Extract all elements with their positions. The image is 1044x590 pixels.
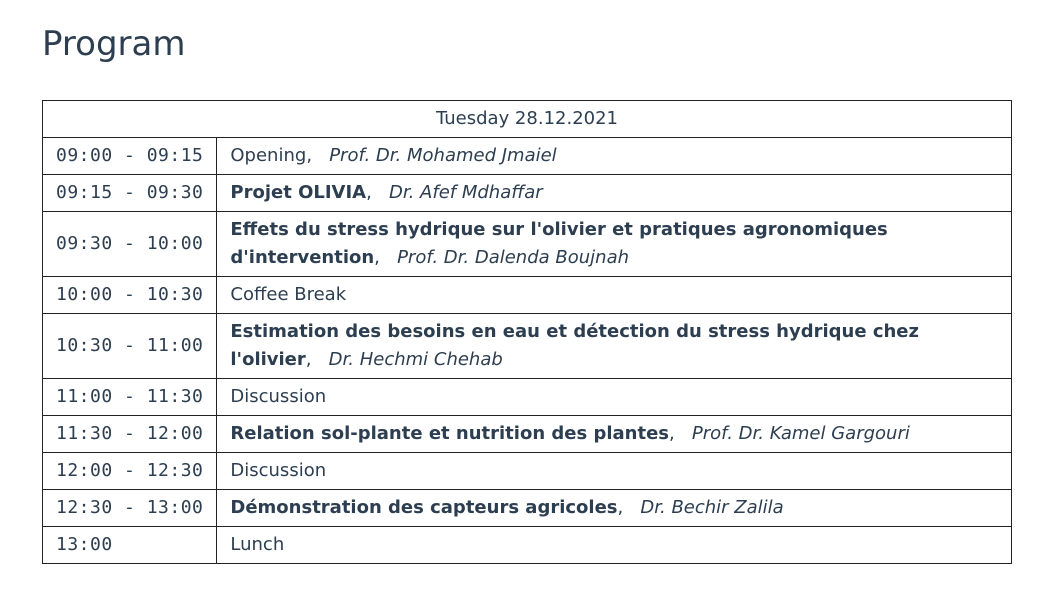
- session-title: Opening: [230, 145, 307, 166]
- session-title: Coffee Break: [230, 284, 347, 305]
- session-title: Lunch: [230, 534, 285, 555]
- time-slot: 12:00 - 12:30: [41, 452, 218, 490]
- session-title: Relation sol-plante et nutrition des pla…: [230, 423, 670, 444]
- time-slot: 11:30 - 12:00: [41, 415, 218, 453]
- session-title: Projet OLIVIA: [230, 182, 367, 203]
- session-cell: Effets du stress hydrique sur l'olivier …: [216, 211, 1012, 277]
- day-header: Tuesday 28.12.2021: [42, 100, 1012, 138]
- table-row: 09:00 - 09:15 Opening, Prof. Dr. Mohamed …: [41, 137, 1012, 175]
- speaker-name: Prof. Dr. Mohamed Jmaiel: [329, 145, 557, 166]
- table-row: 12:30 - 13:00 Démonstration des capteurs …: [41, 489, 1012, 527]
- time-slot: 10:00 - 10:30: [41, 276, 218, 314]
- table-row: 10:30 - 11:00 Estimation des besoins en e…: [41, 313, 1012, 379]
- table-row: 10:00 - 10:30 Coffee Break: [41, 276, 1012, 314]
- speaker-name: Prof. Dr. Dalenda Boujnah: [397, 247, 630, 268]
- speaker-name: Prof. Dr. Kamel Gargouri: [691, 423, 910, 444]
- time-slot: 09:15 - 09:30: [41, 174, 218, 212]
- session-cell: Coffee Break: [216, 276, 1012, 314]
- time-slot: 09:30 - 10:00: [41, 211, 218, 277]
- speaker-name: Dr. Afef Mdhaffar: [389, 182, 543, 203]
- speaker-name: Dr. Hechmi Chehab: [328, 349, 503, 370]
- table-row: 09:15 - 09:30 Projet OLIVIA, Dr. Afef Mdh…: [41, 174, 1012, 212]
- session-cell: Discussion: [216, 452, 1012, 490]
- session-title: Discussion: [230, 386, 327, 407]
- session-cell: Estimation des besoins en eau et détecti…: [216, 313, 1012, 379]
- time-slot: 11:00 - 11:30: [41, 378, 218, 416]
- speaker-separator: ,: [306, 145, 330, 166]
- session-cell: Projet OLIVIA, Dr. Afef Mdhaffar: [216, 174, 1012, 212]
- session-cell: Discussion: [216, 378, 1012, 416]
- speaker-separator: ,: [617, 497, 641, 518]
- time-slot: 13:00: [41, 526, 218, 564]
- time-slot: 09:00 - 09:15: [41, 137, 218, 175]
- speaker-separator: ,: [374, 247, 398, 268]
- table-row: 09:30 - 10:00 Effets du stress hydrique s…: [41, 211, 1012, 277]
- table-row: 11:00 - 11:30 Discussion: [41, 378, 1012, 416]
- speaker-separator: ,: [366, 182, 389, 203]
- session-cell: Démonstration des capteurs agricoles, Dr…: [216, 489, 1012, 527]
- speaker-separator: ,: [305, 349, 329, 370]
- session-cell: Opening, Prof. Dr. Mohamed Jmaiel: [216, 137, 1012, 175]
- session-cell: Lunch: [216, 526, 1012, 564]
- session-cell: Relation sol-plante et nutrition des pla…: [216, 415, 1012, 453]
- day-header-row: Tuesday 28.12.2021: [42, 100, 1012, 138]
- table-row: 11:30 - 12:00 Relation sol-plante et nutr…: [41, 415, 1012, 453]
- speaker-name: Dr. Bechir Zalila: [640, 497, 784, 518]
- time-slot: 12:30 - 13:00: [41, 489, 218, 527]
- program-body: 09:00 - 09:15 Opening, Prof. Dr. Mohamed …: [41, 137, 1012, 564]
- session-title: Démonstration des capteurs agricoles: [230, 497, 618, 518]
- table-row: 12:00 - 12:30 Discussion: [41, 452, 1012, 490]
- speaker-separator: ,: [669, 423, 692, 444]
- session-title: Discussion: [230, 460, 327, 481]
- table-row: 13:00 Lunch: [41, 526, 1012, 564]
- page-title: Program: [42, 24, 186, 64]
- program-table: Tuesday 28.12.2021 09:00 - 09:15 Opening,…: [41, 100, 1012, 564]
- time-slot: 10:30 - 11:00: [41, 313, 218, 379]
